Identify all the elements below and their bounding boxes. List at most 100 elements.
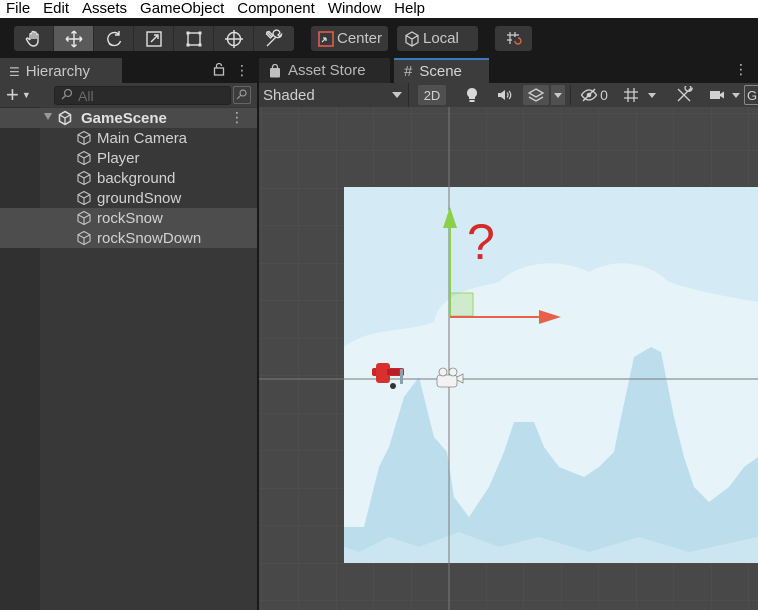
menu-assets[interactable]: Assets xyxy=(76,0,134,18)
scale-icon xyxy=(145,30,162,47)
tab-hierarchy[interactable]: ☰ Hierarchy xyxy=(0,58,122,83)
transform-tools xyxy=(14,26,294,51)
draw-mode-dropdown[interactable]: Shaded xyxy=(259,83,409,107)
lightbulb-icon xyxy=(467,88,477,102)
grid-icon xyxy=(624,88,638,102)
scene-panel-menu-icon[interactable]: ⋮ xyxy=(734,61,748,78)
scene-tab-strip: Asset Store # Scene ⋮ xyxy=(259,58,758,83)
video-camera-icon xyxy=(710,91,724,99)
hierarchy-item-label: background xyxy=(97,169,176,187)
move-tool-button[interactable] xyxy=(54,26,94,51)
menu-edit[interactable]: Edit xyxy=(37,0,76,18)
hash-icon: # xyxy=(404,63,413,80)
toggle-2d-button[interactable]: 2D xyxy=(418,85,446,105)
gizmos-dropdown-button[interactable]: G xyxy=(744,85,758,105)
lighting-toggle-button[interactable] xyxy=(461,85,483,105)
lock-icon[interactable] xyxy=(213,62,225,79)
hierarchy-search-input[interactable] xyxy=(78,87,218,104)
gameobject-cube-icon xyxy=(77,170,91,186)
hand-icon xyxy=(25,30,39,47)
question-mark-annotation: ? xyxy=(467,214,495,270)
hierarchy-tab-strip: ☰ Hierarchy ⋮ xyxy=(0,58,257,83)
separator xyxy=(570,85,571,105)
gameobject-cube-icon xyxy=(77,230,91,246)
scene-visibility-button[interactable]: 0 xyxy=(577,85,611,105)
grid-toggle-button[interactable] xyxy=(619,85,643,105)
background-sprite[interactable] xyxy=(344,187,758,563)
main-toolbar: Center Local xyxy=(0,18,758,58)
eye-hidden-icon xyxy=(580,88,598,102)
hierarchy-item-label: Player xyxy=(97,149,140,167)
gameobject-cube-icon xyxy=(77,130,91,146)
hierarchy-item-rocksnowdown[interactable]: rockSnowDown xyxy=(0,228,257,248)
hierarchy-item-label: rockSnowDown xyxy=(97,229,202,247)
snap-increment-button[interactable] xyxy=(495,26,532,51)
camera-settings-button[interactable] xyxy=(705,85,729,105)
asset-store-tab-label: Asset Store xyxy=(288,62,366,79)
scene-row[interactable]: GameScene ⋮ xyxy=(0,108,257,128)
list-icon: ☰ xyxy=(9,64,20,79)
draw-mode-label: Shaded xyxy=(263,86,315,104)
scale-tool-button[interactable] xyxy=(134,26,174,51)
pivot-rotation-button[interactable]: Local xyxy=(397,26,478,51)
rotate-tool-button[interactable] xyxy=(94,26,134,51)
effects-dropdown-button[interactable] xyxy=(551,85,565,105)
menu-window[interactable]: Window xyxy=(322,0,388,18)
hierarchy-item-label: groundSnow xyxy=(97,189,182,207)
transform-tool-button[interactable] xyxy=(214,26,254,51)
caret-down-icon xyxy=(392,92,402,98)
create-dropdown-button[interactable]: + ▼ xyxy=(0,83,44,107)
cube-local-icon xyxy=(405,30,419,47)
transform-icon xyxy=(224,29,243,48)
hierarchy-item-background[interactable]: background xyxy=(0,168,257,188)
hierarchy-tab-label: Hierarchy xyxy=(25,63,90,80)
gizmo-plane-handle[interactable] xyxy=(449,292,474,317)
hierarchy-item-rocksnow[interactable]: rockSnow xyxy=(0,208,257,228)
audio-toggle-button[interactable] xyxy=(493,85,515,105)
pivot-mode-label: Center xyxy=(337,30,383,47)
hand-tool-button[interactable] xyxy=(14,26,54,51)
grid-snap-icon xyxy=(506,31,522,45)
hierarchy-item-main-camera[interactable]: Main Camera xyxy=(0,128,257,148)
expand-arrow-icon[interactable] xyxy=(44,113,52,120)
search-by-type-button[interactable] xyxy=(233,86,251,104)
rotate-icon xyxy=(106,30,121,46)
menu-file[interactable]: File xyxy=(0,0,37,18)
gizmos-label: G xyxy=(746,87,758,103)
pivot-mode-button[interactable]: Center xyxy=(311,26,389,51)
tools-overlay-button[interactable] xyxy=(671,85,697,105)
scene-menu-icon[interactable]: ⋮ xyxy=(230,109,244,126)
hierarchy-item-label: Main Camera xyxy=(97,129,188,147)
custom-tool-button[interactable] xyxy=(254,26,294,51)
hidden-objects-count: 0 xyxy=(600,87,608,103)
gameobject-cube-icon xyxy=(77,150,91,166)
hierarchy-tree: GameScene ⋮ Main Camera Player backgroun… xyxy=(0,107,257,610)
pivot-rotation-label: Local xyxy=(423,30,459,47)
camera-dropdown-button[interactable] xyxy=(730,85,742,105)
effects-toggle-button[interactable] xyxy=(523,85,549,105)
scene-tab-label: Scene xyxy=(419,63,462,80)
caret-down-icon xyxy=(648,92,656,98)
menu-component[interactable]: Component xyxy=(231,0,322,18)
menu-bar: File Edit Assets GameObject Component Wi… xyxy=(0,0,758,18)
menu-help[interactable]: Help xyxy=(388,0,432,18)
scene-viewport[interactable]: ? xyxy=(259,107,758,610)
grid-dropdown-button[interactable] xyxy=(645,85,659,105)
gameobject-cube-icon xyxy=(77,190,91,206)
speaker-icon xyxy=(498,90,512,100)
shopping-bag-icon xyxy=(270,63,280,77)
rect-transform-icon xyxy=(186,31,201,46)
scene-toolbar: Shaded 2D 0 G xyxy=(259,83,758,107)
gameobject-cube-icon xyxy=(77,210,91,226)
hierarchy-menu-icon[interactable]: ⋮ xyxy=(235,62,249,79)
rect-tool-button[interactable] xyxy=(174,26,214,51)
unity-scene-icon xyxy=(58,110,72,126)
tab-asset-store[interactable]: Asset Store xyxy=(259,58,390,83)
hierarchy-tab-icons: ⋮ xyxy=(213,62,249,79)
hierarchy-search-row: + ▼ xyxy=(0,83,257,107)
hierarchy-item-player[interactable]: Player xyxy=(0,148,257,168)
menu-gameobject[interactable]: GameObject xyxy=(134,0,231,18)
tab-scene[interactable]: # Scene xyxy=(394,58,489,83)
hierarchy-item-groundsnow[interactable]: groundSnow xyxy=(0,188,257,208)
wrench-icon xyxy=(265,28,283,46)
